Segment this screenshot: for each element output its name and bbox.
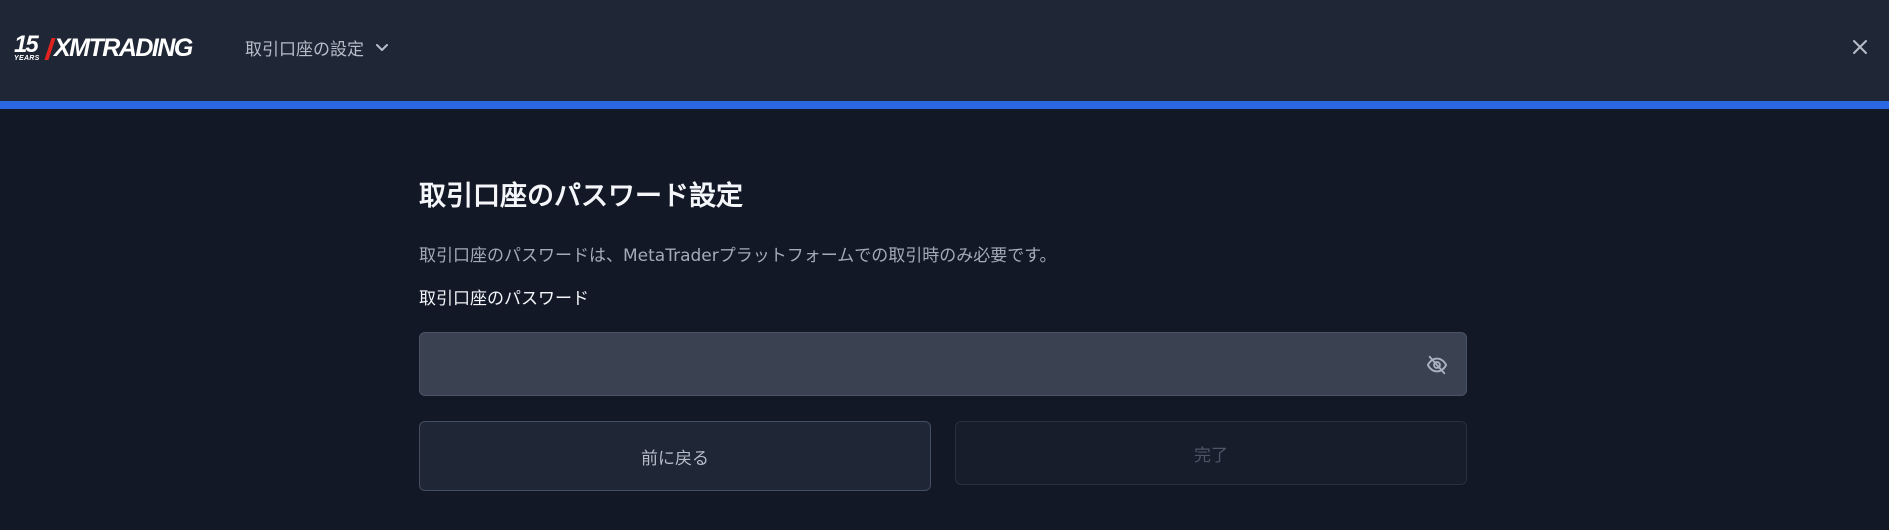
done-button[interactable]: 完了	[955, 421, 1467, 485]
password-field-container	[419, 332, 1467, 396]
password-setup-form: 取引口座のパスワード設定 取引口座のパスワードは、MetaTraderプラットフ…	[419, 180, 1467, 491]
chevron-down-icon	[374, 39, 390, 55]
account-setup-dropdown[interactable]: 取引口座の設定	[245, 34, 390, 60]
page-description: 取引口座のパスワードは、MetaTraderプラットフォームでの取引時のみ必要で…	[419, 246, 1057, 266]
page-title: 取引口座のパスワード設定	[419, 181, 743, 212]
account-setup-label: 取引口座の設定	[245, 39, 364, 60]
logo-years-text: YEARS	[14, 55, 40, 62]
top-bar: 15 YEARS XMTRADING 取引口座の設定	[0, 0, 1889, 101]
close-icon[interactable]	[1850, 37, 1870, 57]
password-input[interactable]	[420, 333, 1466, 395]
logo-brand-text: XMTRADING	[54, 34, 193, 62]
logo-years-mark: 15 YEARS	[14, 33, 44, 63]
xm-logo[interactable]: 15 YEARS XMTRADING	[14, 33, 193, 63]
eye-off-icon[interactable]	[1426, 354, 1448, 376]
password-field-label: 取引口座のパスワード	[419, 289, 589, 309]
progress-bar-fill	[0, 101, 1889, 109]
back-button[interactable]: 前に戻る	[419, 421, 931, 491]
logo-years-number: 15	[14, 31, 39, 58]
progress-bar	[0, 101, 1889, 109]
